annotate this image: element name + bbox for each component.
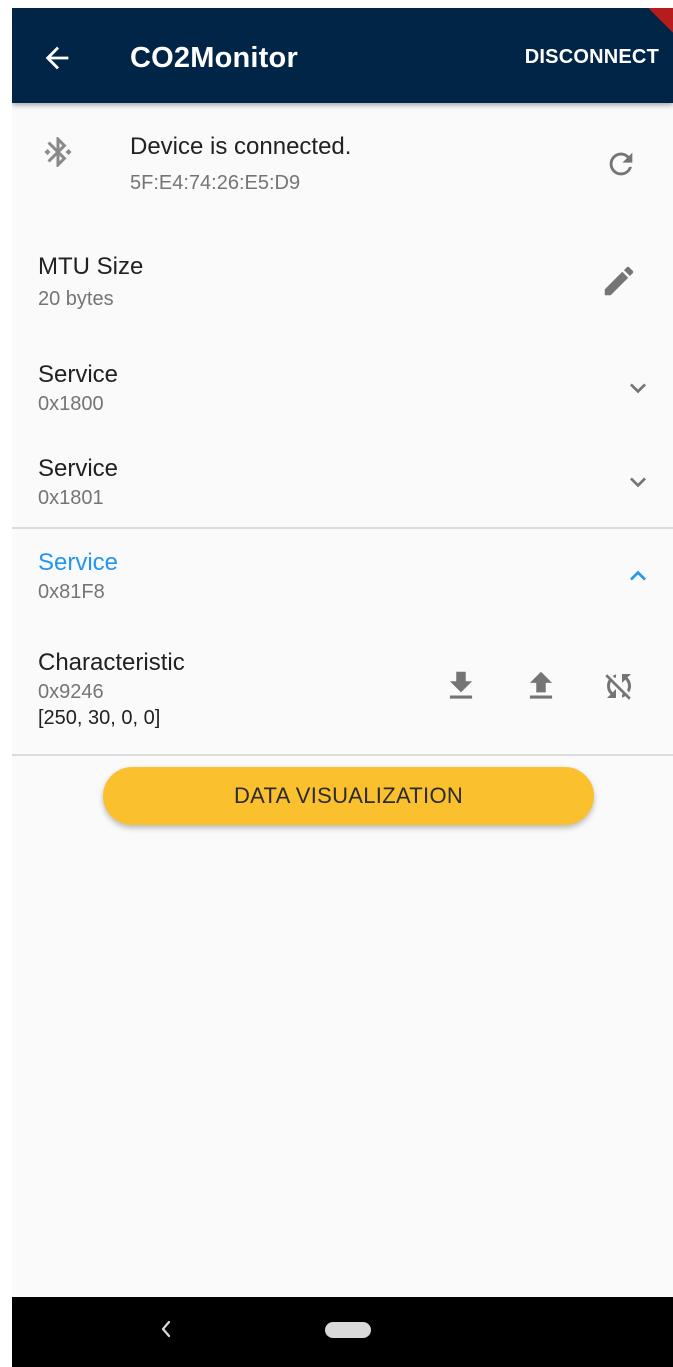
divider <box>12 754 673 756</box>
app-bar: CO2Monitor DISCONNECT <box>12 8 673 103</box>
service-uuid: 0x1800 <box>38 393 104 415</box>
data-visualization-button[interactable]: DATA VISUALIZATION <box>103 767 594 825</box>
service-label[interactable]: Service <box>38 361 118 389</box>
service-label[interactable]: Service <box>38 455 118 483</box>
characteristic-label: Characteristic <box>38 649 185 676</box>
back-arrow-icon[interactable] <box>40 41 74 75</box>
characteristic-uuid: 0x9246 <box>38 681 104 703</box>
characteristic-value: [250, 30, 0, 0] <box>38 707 161 729</box>
system-navigation-bar <box>12 1297 673 1367</box>
mtu-value: 20 bytes <box>38 288 114 310</box>
mtu-title: MTU Size <box>38 253 144 280</box>
notify-sync-disabled-icon[interactable] <box>601 668 637 704</box>
nav-home-pill-icon[interactable] <box>325 1322 371 1338</box>
refresh-icon[interactable] <box>604 147 638 181</box>
nav-back-icon[interactable] <box>156 1317 176 1341</box>
service-label[interactable]: Service <box>38 549 118 577</box>
app-title: CO2Monitor <box>130 42 298 74</box>
edit-icon[interactable] <box>600 262 638 300</box>
device-address: 5F:E4:74:26:E5:D9 <box>130 172 301 194</box>
debug-banner <box>632 8 673 43</box>
write-upload-icon[interactable] <box>522 667 560 705</box>
divider <box>12 527 673 529</box>
read-download-icon[interactable] <box>442 667 480 705</box>
bluetooth-connected-icon <box>44 137 72 167</box>
device-screen: CO2Monitor DISCONNECT Device is connecte… <box>12 8 673 1367</box>
chevron-down-icon[interactable] <box>622 466 654 498</box>
device-status: Device is connected. <box>130 133 352 160</box>
chevron-down-icon[interactable] <box>622 372 654 404</box>
chevron-up-icon[interactable] <box>622 560 654 592</box>
service-uuid: 0x81F8 <box>38 581 105 603</box>
disconnect-button[interactable]: DISCONNECT <box>525 46 659 69</box>
service-uuid: 0x1801 <box>38 487 104 509</box>
